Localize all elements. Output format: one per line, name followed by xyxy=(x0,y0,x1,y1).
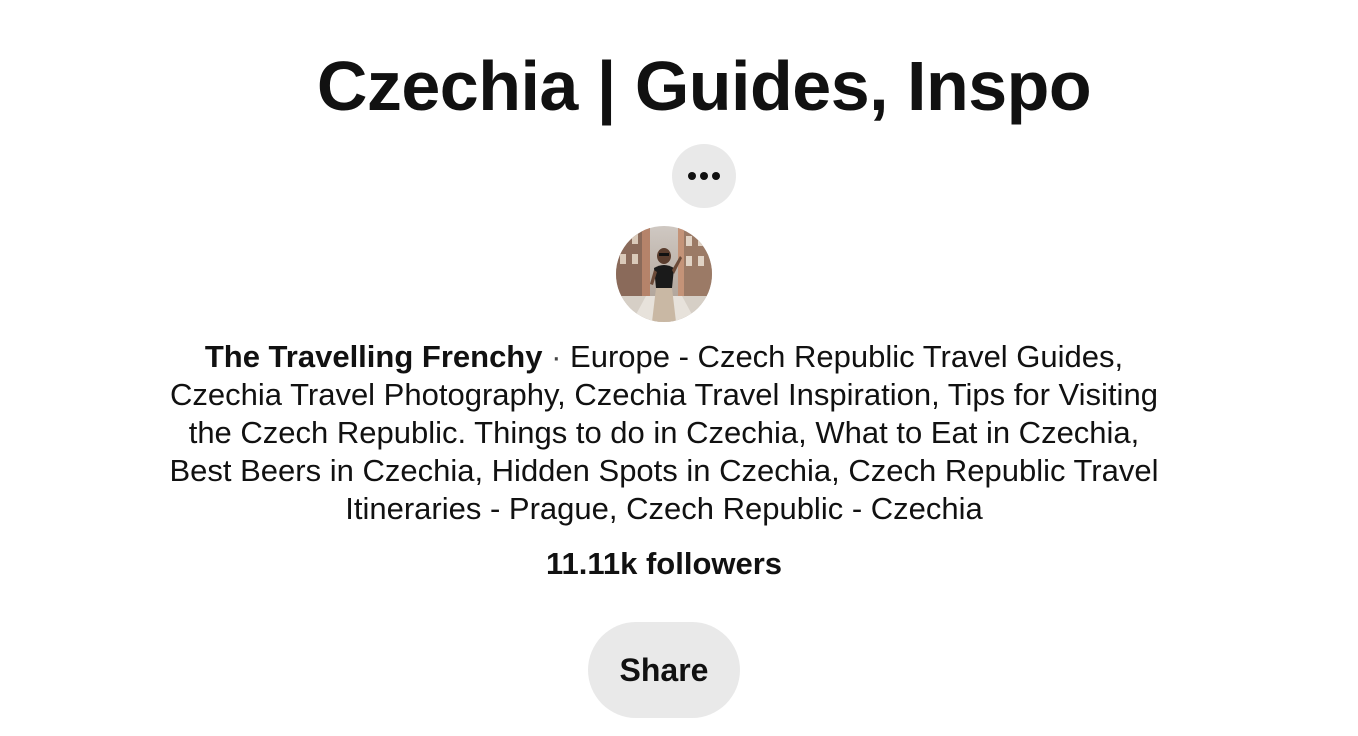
more-options-button[interactable] xyxy=(672,144,736,208)
ellipsis-icon xyxy=(688,172,720,180)
owner-avatar[interactable] xyxy=(616,226,712,322)
board-description: The Travelling Frenchy · Europe - Czech … xyxy=(160,338,1168,528)
board-header: Czechia | Guides, Inspo The Travelling F… xyxy=(0,0,1358,736)
avatar-image xyxy=(616,226,712,322)
share-button[interactable]: Share xyxy=(588,622,740,718)
board-title: Czechia | Guides, Inspo xyxy=(316,47,1092,125)
followers-count[interactable]: 11.11k followers xyxy=(0,544,1328,584)
owner-name-link[interactable]: The Travelling Frenchy xyxy=(205,339,543,374)
separator: · xyxy=(542,339,571,374)
